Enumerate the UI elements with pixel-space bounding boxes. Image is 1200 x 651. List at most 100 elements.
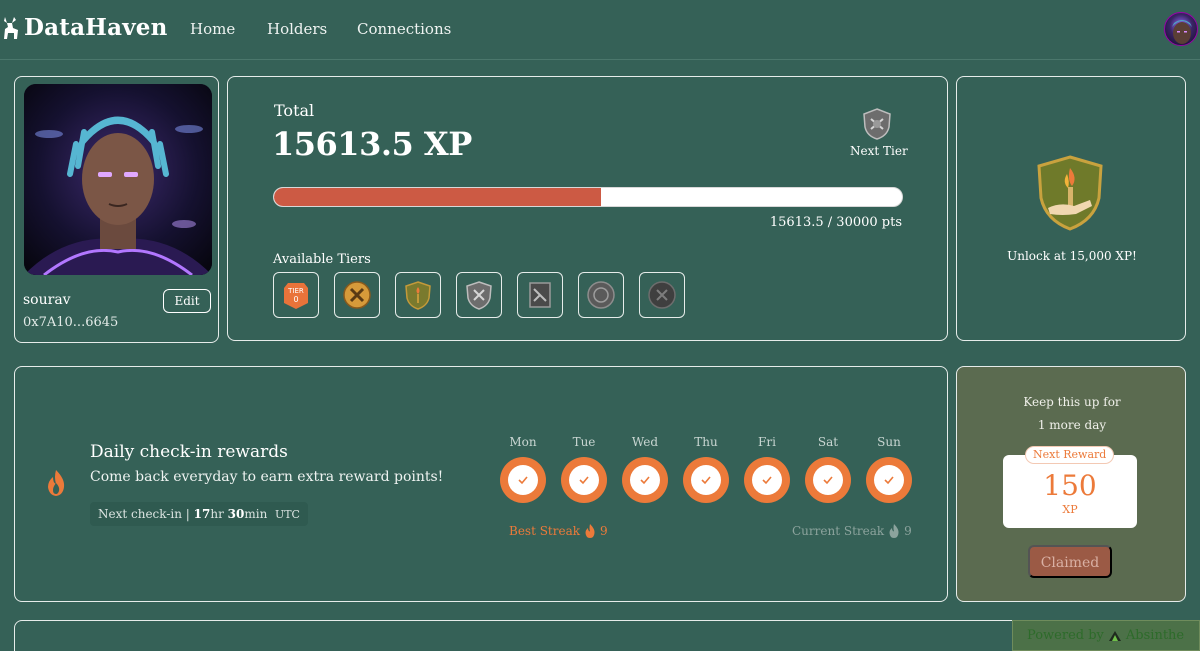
- tier-5-medal-icon: [587, 281, 615, 309]
- daily-checkin-card: Daily check-in rewards Come back everyda…: [14, 366, 948, 602]
- day-tue: Tue: [561, 435, 607, 503]
- unlock-card: Unlock at 15,000 XP!: [956, 76, 1186, 341]
- wallet-address: 0x7A10...6645: [23, 315, 119, 330]
- week-days: Mon Tue Wed Thu Fri Sat Sun: [500, 435, 912, 503]
- claimed-button[interactable]: Claimed: [1028, 545, 1112, 578]
- day-sun: Sun: [866, 435, 912, 503]
- checkmark-icon: [640, 476, 650, 485]
- tier-4-banner-icon: [529, 282, 551, 308]
- minutes-unit: min: [244, 507, 268, 521]
- fire-icon: [48, 470, 65, 496]
- day-label: Fri: [758, 435, 776, 449]
- day-checked[interactable]: [805, 457, 851, 503]
- profile-portrait-icon: [24, 84, 212, 275]
- next-tier-shield-icon: [863, 108, 891, 140]
- xp-progress-bar: [273, 187, 903, 207]
- checkmark-icon: [884, 476, 894, 485]
- hours-value: 17: [193, 507, 211, 521]
- available-tiers-label: Available Tiers: [273, 252, 371, 267]
- day-checked[interactable]: [744, 457, 790, 503]
- checkmark-icon: [518, 476, 528, 485]
- keep-up-text: Keep this up for 1 more day: [957, 391, 1187, 437]
- day-checked[interactable]: [500, 457, 546, 503]
- current-streak: Current Streak 9: [792, 520, 912, 542]
- tier-2-badge[interactable]: [395, 272, 441, 318]
- avatar-portrait-icon: [1172, 20, 1192, 44]
- svg-text:0: 0: [293, 295, 298, 304]
- xp-card: Total 15613.5 XP Next Tier 15613.5 / 300…: [227, 76, 948, 341]
- tier-1-hammer-icon: [343, 281, 371, 309]
- tiers-list: TIER 0: [273, 272, 685, 318]
- brand[interactable]: DataHaven: [2, 14, 168, 41]
- top-nav: DataHaven Home Holders Connections: [0, 0, 1200, 60]
- day-checked[interactable]: [683, 457, 729, 503]
- day-checked[interactable]: [866, 457, 912, 503]
- tier-6-medal-icon: [648, 281, 676, 309]
- tier-3-badge[interactable]: [456, 272, 502, 318]
- day-label: Wed: [631, 435, 659, 449]
- checkmark-icon: [701, 476, 711, 485]
- hours-unit: hr: [210, 507, 224, 521]
- checkmark-icon: [823, 476, 833, 485]
- day-checked[interactable]: [561, 457, 607, 503]
- tier-0-icon: TIER 0: [284, 283, 308, 309]
- day-label: Sun: [877, 435, 901, 449]
- checkmark-icon: [762, 476, 772, 485]
- powered-prefix: Powered by: [1027, 628, 1104, 643]
- day-mon: Mon: [500, 435, 546, 503]
- day-wed: Wed: [622, 435, 668, 503]
- nav-connections[interactable]: Connections: [357, 20, 451, 38]
- tier-6-badge[interactable]: [639, 272, 685, 318]
- current-streak-label: Current Streak: [792, 524, 885, 538]
- day-sat: Sat: [805, 435, 851, 503]
- username: sourav: [23, 292, 71, 308]
- minutes-value: 30: [227, 507, 245, 521]
- next-checkin-timer: Next check-in | 17hr 30min UTC: [90, 502, 308, 526]
- checkin-subtitle: Come back everyday to earn extra reward …: [90, 469, 444, 485]
- edit-profile-button[interactable]: Edit: [163, 289, 211, 313]
- tier-5-badge[interactable]: [578, 272, 624, 318]
- next-tier-label: Next Tier: [850, 144, 908, 158]
- powered-by-badge[interactable]: Powered by Absinthe: [1012, 620, 1200, 651]
- best-streak-value: 9: [600, 524, 608, 538]
- day-label: Sat: [817, 435, 839, 449]
- tier-0-badge[interactable]: TIER 0: [273, 272, 319, 318]
- timezone: UTC: [274, 508, 300, 521]
- day-checked[interactable]: [622, 457, 668, 503]
- unlock-text: Unlock at 15,000 XP!: [1007, 249, 1137, 263]
- xp-progress-fill: [274, 188, 601, 206]
- day-thu: Thu: [683, 435, 729, 503]
- keep-line-1: Keep this up for: [1023, 395, 1121, 409]
- progress-text: 15613.5 / 30000 pts: [769, 215, 902, 230]
- nav-home[interactable]: Home: [190, 20, 235, 38]
- reward-card: Keep this up for 1 more day Next Reward …: [956, 366, 1186, 602]
- day-label: Tue: [572, 435, 596, 449]
- absinthe-logo-icon: [1108, 630, 1121, 641]
- profile-card: sourav 0x7A10...6645 Edit: [14, 76, 219, 343]
- checkin-title: Daily check-in rewards: [90, 442, 288, 462]
- fire-icon: [585, 524, 595, 538]
- total-xp-value: 15613.5 XP: [272, 125, 472, 163]
- nav-holders[interactable]: Holders: [267, 20, 327, 38]
- deer-logo-icon: [4, 16, 18, 39]
- day-label: Mon: [509, 435, 537, 449]
- keep-line-2: 1 more day: [1037, 418, 1107, 432]
- tier-3-shield-icon: [466, 281, 492, 310]
- user-avatar[interactable]: [1164, 12, 1198, 46]
- next-reward-tag: Next Reward: [1025, 446, 1115, 464]
- next-reward-box: Next Reward 150 XP: [1003, 446, 1137, 528]
- tier-1-badge[interactable]: [334, 272, 380, 318]
- next-checkin-prefix: Next check-in |: [98, 507, 190, 521]
- bottom-card: [14, 620, 1186, 651]
- day-label: Thu: [694, 435, 718, 449]
- current-streak-value: 9: [904, 524, 912, 538]
- total-label: Total: [274, 101, 315, 120]
- svg-text:TIER: TIER: [287, 287, 304, 295]
- tier-4-badge[interactable]: [517, 272, 563, 318]
- reward-unit: XP: [1062, 503, 1078, 516]
- torch-shield-icon: [1037, 155, 1103, 231]
- powered-brand: Absinthe: [1125, 628, 1185, 643]
- best-streak-label: Best Streak: [509, 524, 581, 538]
- best-streak: Best Streak 9: [507, 520, 610, 542]
- tier-2-torch-icon: [405, 281, 431, 310]
